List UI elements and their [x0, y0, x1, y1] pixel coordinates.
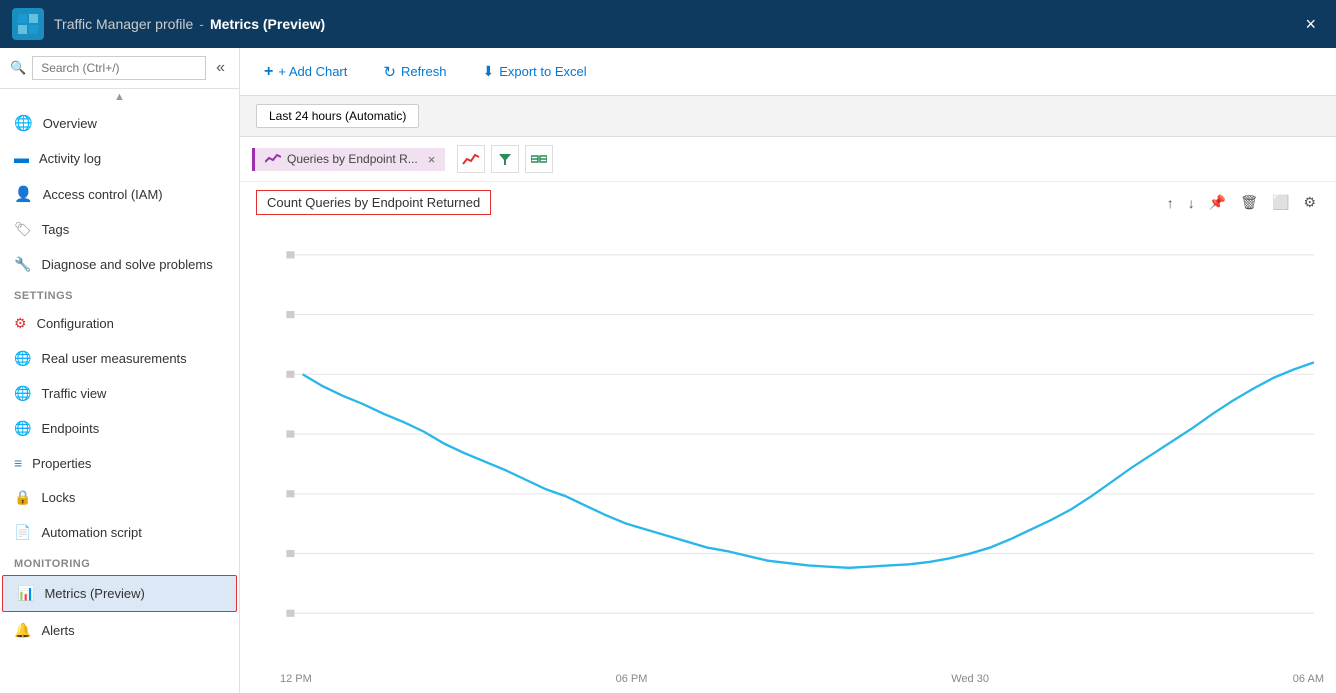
chart-tab-label: Queries by Endpoint R... [287, 152, 418, 166]
properties-icon: ≡ [14, 455, 22, 471]
refresh-icon: ↻ [383, 63, 396, 81]
close-button[interactable]: × [1297, 10, 1324, 39]
sidebar-item-label: Automation script [41, 525, 141, 540]
sidebar-section-monitoring: MONITORING [0, 550, 239, 574]
sidebar-item-label: Alerts [41, 623, 74, 638]
sidebar-item-label: Metrics (Preview) [44, 586, 144, 601]
sidebar-item-label: Diagnose and solve problems [41, 257, 212, 272]
sidebar-item-overview[interactable]: 🌐 Overview [0, 105, 239, 141]
sidebar-item-label: Properties [32, 456, 91, 471]
export-button[interactable]: ⬇ Export to Excel [474, 59, 594, 84]
chart-tabs-row: Queries by Endpoint R... × [240, 137, 1336, 182]
sidebar-item-label: Real user measurements [41, 351, 186, 366]
sidebar-item-alerts[interactable]: 🔔 Alerts [0, 613, 239, 648]
traffic-icon: 🌐 [14, 385, 31, 402]
line-chart-icon-btn[interactable] [457, 145, 485, 173]
chart-svg [252, 219, 1324, 673]
line-chart-mini-icon [265, 152, 281, 166]
chart-tab-close[interactable]: × [428, 152, 436, 167]
person-icon: 👤 [14, 185, 33, 203]
settings-icon[interactable]: ⚙ [1299, 192, 1320, 213]
sidebar-item-label: Traffic view [41, 386, 106, 401]
endpoints-icon: 🌐 [14, 420, 31, 437]
add-chart-button[interactable]: + + Add Chart [256, 59, 355, 85]
sidebar-item-label: Overview [43, 116, 97, 131]
sidebar-item-automation-script[interactable]: 📄 Automation script [0, 515, 239, 550]
tag-icon: 🏷 [14, 221, 32, 238]
sidebar-item-label: Endpoints [41, 421, 99, 436]
sidebar-item-label: Activity log [39, 151, 101, 166]
main-layout: 🔍 « ▲ 🌐 Overview ▬ Activity log 👤 Access… [0, 48, 1336, 693]
page-title: Metrics (Preview) [210, 16, 325, 32]
content-area: + + Add Chart ↻ Refresh ⬇ Export to Exce… [240, 48, 1336, 693]
chart-title: Count Queries by Endpoint Returned [256, 190, 491, 215]
bell-icon: 🔔 [14, 622, 31, 639]
sidebar-item-label: Configuration [37, 316, 114, 331]
x-label-3: Wed 30 [951, 673, 989, 685]
sidebar-item-metrics[interactable]: 📊 Metrics (Preview) [2, 575, 237, 612]
chart-x-labels: 12 PM 06 PM Wed 30 06 AM [240, 673, 1336, 685]
sidebar-item-label: Tags [42, 222, 69, 237]
time-filter-bar: Last 24 hours (Automatic) [240, 96, 1336, 137]
time-filter-button[interactable]: Last 24 hours (Automatic) [256, 104, 419, 128]
chart-action-icons: ↑ ↓ 📌 🗑 ⬜ ⚙ [1163, 192, 1320, 213]
gear-icon: ⚙ [14, 315, 27, 332]
x-label-2: 06 PM [616, 673, 648, 685]
lock-icon: 🔒 [14, 489, 31, 506]
sidebar-collapse-button[interactable]: « [212, 57, 229, 79]
export-icon: ⬇ [482, 63, 494, 80]
sidebar-item-endpoints[interactable]: 🌐 Endpoints [0, 411, 239, 446]
chart-area [240, 219, 1336, 673]
sidebar-item-tags[interactable]: 🏷 Tags [0, 212, 239, 247]
top-bar: Traffic Manager profile - Metrics (Previ… [0, 0, 1336, 48]
sidebar: 🔍 « ▲ 🌐 Overview ▬ Activity log 👤 Access… [0, 48, 240, 693]
sidebar-item-properties[interactable]: ≡ Properties [0, 446, 239, 480]
search-input[interactable] [32, 56, 206, 80]
sidebar-item-traffic-view[interactable]: 🌐 Traffic view [0, 376, 239, 411]
x-label-1: 12 PM [280, 673, 312, 685]
script-icon: 📄 [14, 524, 31, 541]
expand-icon[interactable]: ⬜ [1268, 192, 1293, 213]
sidebar-item-diagnose[interactable]: 🔧 Diagnose and solve problems [0, 247, 239, 282]
sidebar-search-bar: 🔍 « [0, 48, 239, 89]
sidebar-item-configuration[interactable]: ⚙ Configuration [0, 306, 239, 341]
split-icon-btn[interactable] [525, 145, 553, 173]
refresh-button[interactable]: ↻ Refresh [375, 59, 454, 85]
wrench-icon: 🔧 [14, 256, 31, 273]
sidebar-item-label: Access control (IAM) [43, 187, 163, 202]
sidebar-item-locks[interactable]: 🔒 Locks [0, 480, 239, 515]
title-separator: - [199, 16, 204, 32]
sidebar-item-access-control[interactable]: 👤 Access control (IAM) [0, 176, 239, 212]
toolbar: + + Add Chart ↻ Refresh ⬇ Export to Exce… [240, 48, 1336, 96]
add-icon: + [264, 63, 273, 81]
sort-asc-icon[interactable]: ↑ [1163, 193, 1178, 213]
sidebar-scroll-up[interactable]: ▲ [0, 89, 239, 105]
sidebar-item-activity-log[interactable]: ▬ Activity log [0, 141, 239, 176]
pin-icon[interactable]: 📌 [1205, 192, 1230, 213]
log-icon: ▬ [14, 150, 29, 167]
chart-tab[interactable]: Queries by Endpoint R... × [252, 148, 445, 171]
x-label-4: 06 AM [1293, 673, 1324, 685]
chart-title-row: Count Queries by Endpoint Returned ↑ ↓ 📌… [240, 182, 1336, 219]
filter-icon-btn[interactable] [491, 145, 519, 173]
app-logo [12, 8, 44, 40]
sidebar-section-settings: SETTINGS [0, 282, 239, 306]
chart-icon: 📊 [17, 585, 34, 602]
delete-icon[interactable]: 🗑 [1236, 192, 1262, 213]
rum-icon: 🌐 [14, 350, 31, 367]
window-title: Traffic Manager profile - Metrics (Previ… [54, 16, 325, 32]
chart-toolbar-icons [457, 145, 553, 173]
sort-desc-icon[interactable]: ↓ [1184, 193, 1199, 213]
app-subtitle: Traffic Manager profile [54, 16, 193, 32]
sidebar-item-label: Locks [41, 490, 75, 505]
search-icon: 🔍 [10, 60, 26, 76]
chart-container: Queries by Endpoint R... × [240, 137, 1336, 693]
globe-icon: 🌐 [14, 114, 33, 132]
sidebar-item-rum[interactable]: 🌐 Real user measurements [0, 341, 239, 376]
